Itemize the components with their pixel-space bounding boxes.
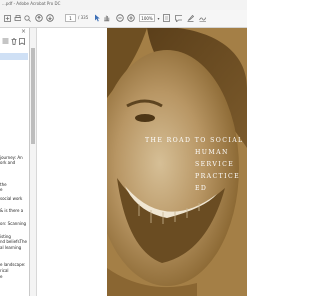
bookmarks-panel: × journey: An ork and the e social work … [0, 28, 30, 296]
page-total: / 335 [78, 15, 89, 20]
next-page-icon[interactable] [46, 13, 54, 23]
bookmark-item[interactable]: e landscape: [0, 262, 25, 267]
prev-page-icon[interactable] [35, 13, 43, 23]
highlight-icon[interactable] [187, 13, 194, 23]
selected-bookmark[interactable] [0, 53, 28, 60]
chevron-down-icon[interactable]: ▾ [156, 13, 161, 23]
page-number-input[interactable]: 1 [65, 14, 76, 22]
blank-page [37, 28, 107, 296]
book-cover: THE ROAD TO SOCIAL HUMAN SERVICE PRACTIC… [107, 28, 247, 296]
sign-icon[interactable] [199, 13, 206, 23]
search-icon[interactable] [24, 13, 31, 23]
bookmark-item[interactable]: ork and [0, 160, 15, 165]
add-icon[interactable] [4, 13, 11, 23]
toolbar: 1 / 335 100% ▾ [0, 10, 247, 28]
bookmark-item[interactable]: e [0, 187, 2, 192]
bookmark-item[interactable]: nd beliefsThe [0, 239, 27, 244]
close-icon[interactable]: × [21, 28, 26, 35]
zoom-level-select[interactable]: 100% [139, 14, 155, 22]
bookmark-item[interactable]: & is there a [0, 208, 23, 213]
window-title: ...pdf - Adobe Acrobat Pro DC [2, 1, 61, 6]
options-icon[interactable] [2, 38, 9, 46]
document-view[interactable]: THE ROAD TO SOCIAL HUMAN SERVICE PRACTIC… [37, 28, 247, 296]
cover-title-line: SERVICE [195, 161, 235, 168]
bookmarks-toolbar [2, 38, 28, 47]
comment-icon[interactable] [175, 13, 182, 23]
bookmark-item[interactable]: e [0, 274, 2, 279]
bookmark-item[interactable]: al learning [0, 245, 21, 250]
fit-page-icon[interactable] [163, 13, 170, 23]
zoom-out-icon[interactable] [116, 13, 124, 23]
new-bookmark-icon[interactable] [19, 38, 25, 47]
zoom-in-icon[interactable] [127, 13, 135, 23]
delete-icon[interactable] [11, 38, 17, 47]
hand-tool-icon[interactable] [103, 13, 110, 23]
print-icon[interactable] [14, 13, 21, 23]
scrollbar-thumb[interactable] [31, 48, 35, 144]
select-pointer-icon[interactable] [93, 13, 100, 23]
bookmark-item[interactable]: rical [0, 268, 9, 273]
bookmark-item[interactable]: on: Scanning [0, 221, 26, 226]
cover-title-line: THE ROAD TO SOCIAL [145, 137, 244, 144]
bookmark-item[interactable]: social work [0, 196, 22, 201]
sidebar-scrollbar[interactable] [30, 28, 37, 296]
cover-title-line: ED [195, 185, 208, 192]
cover-title-line: HUMAN [195, 149, 229, 156]
cover-title-line: PRACTICE [195, 173, 241, 180]
